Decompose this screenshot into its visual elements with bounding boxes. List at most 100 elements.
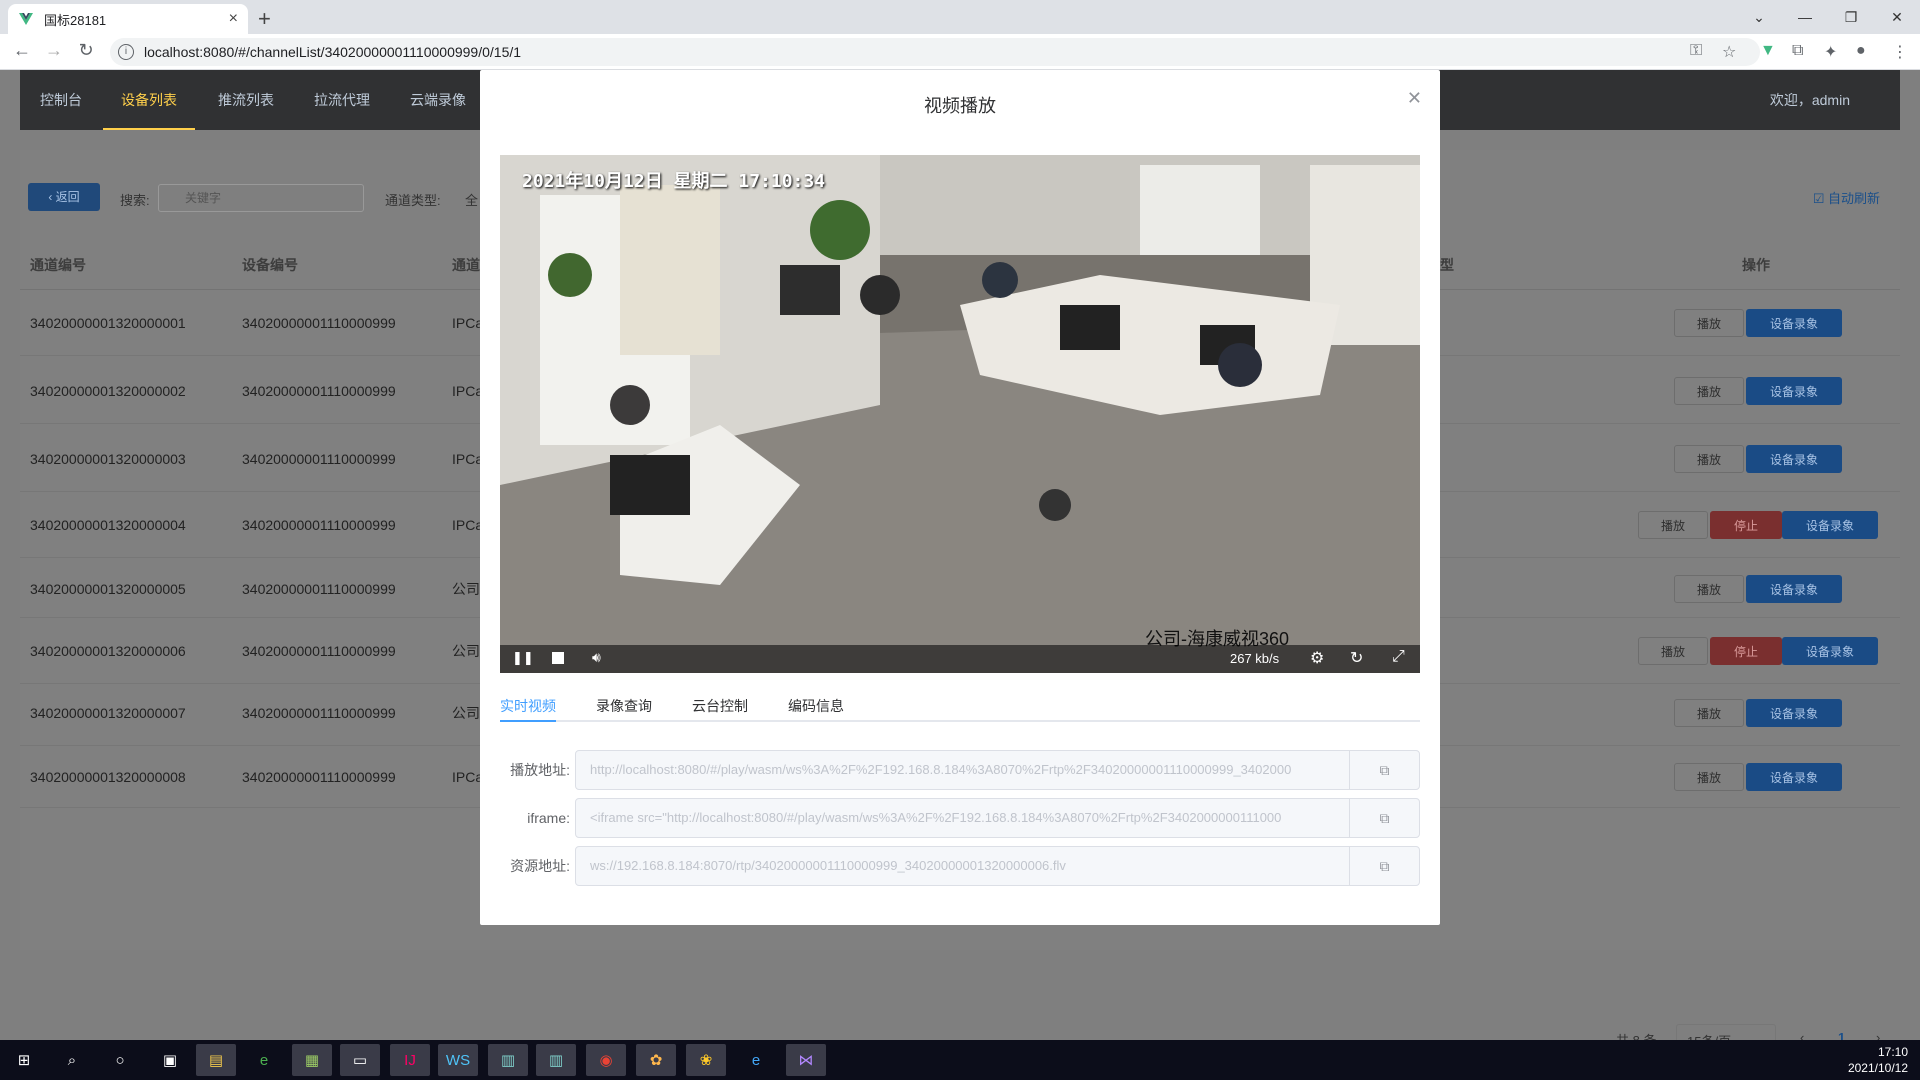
new-tab-icon[interactable]: +	[258, 6, 271, 32]
site-info-icon[interactable]: i	[118, 44, 134, 60]
notepad-icon[interactable]: ▦	[292, 1044, 332, 1076]
welcome-user[interactable]: 欢迎，admin	[1770, 70, 1850, 130]
profile-icon[interactable]: ●	[1856, 42, 1866, 60]
search-label: 搜索:	[120, 193, 150, 208]
volume-icon[interactable]: 🔊︎	[592, 649, 601, 666]
device-record-button[interactable]: 设备录象	[1782, 637, 1878, 665]
device-id-cell: 34020000001110000999	[242, 768, 396, 785]
channel-name-cell: 公司	[452, 642, 480, 659]
copy-play-address-icon[interactable]: ⧉	[1349, 750, 1420, 790]
copy-resource-address-icon[interactable]: ⧉	[1349, 846, 1420, 886]
window-app-icon-2[interactable]: ▥	[536, 1044, 576, 1076]
search-icon[interactable]: ⌕	[52, 1044, 92, 1076]
device-record-button[interactable]: 设备录象	[1782, 511, 1878, 539]
app-icon-2[interactable]: ✿	[636, 1044, 676, 1076]
window-app-icon-1[interactable]: ▥	[488, 1044, 528, 1076]
puzzle-icon[interactable]: ✦	[1824, 42, 1837, 62]
app-icon-3[interactable]: ❀	[686, 1044, 726, 1076]
minimize-icon[interactable]: —	[1782, 0, 1828, 34]
star-icon[interactable]: ☆	[1722, 42, 1736, 62]
back-button[interactable]: ‹ 返回	[28, 183, 100, 211]
play-button[interactable]: 播放	[1674, 309, 1744, 337]
device-record-button[interactable]: 设备录象	[1746, 445, 1842, 473]
play-button-label: 播放	[1696, 582, 1721, 597]
visual-studio-icon[interactable]: ⋈	[786, 1044, 826, 1076]
tab-live-video[interactable]: 实时视频	[500, 692, 556, 722]
channel-name-cell: IPCa	[452, 450, 484, 467]
play-button[interactable]: 播放	[1674, 699, 1744, 727]
video-player[interactable]: 2021年10月12日 星期二 17:10:34 公司-海康威视360 ❚❚ 🔊…	[500, 155, 1420, 673]
forward-arrow-icon[interactable]: →	[42, 40, 66, 61]
refresh-icon[interactable]: ↻	[1350, 648, 1363, 668]
browser-e-icon[interactable]: e	[244, 1044, 284, 1076]
key-icon[interactable]: ⚿	[1690, 42, 1702, 60]
browser-tab[interactable]: 国标28181 ×	[8, 4, 248, 34]
play-button-label: 播放	[1696, 706, 1721, 721]
address-bar[interactable]: i localhost:8080/#/channelList/340200000…	[110, 38, 1760, 66]
stop-button[interactable]: 停止	[1710, 637, 1782, 665]
stop-button-label: 停止	[1733, 644, 1758, 659]
menu-icon[interactable]: ⋮	[1892, 42, 1908, 62]
device-record-button-label: 设备录象	[1769, 706, 1818, 721]
app-icon-1[interactable]: ▣	[150, 1044, 190, 1076]
ie-icon[interactable]: e	[736, 1044, 776, 1076]
nav-cloud-record[interactable]: 云端录像	[410, 70, 466, 130]
restore-icon[interactable]: ❐	[1828, 0, 1874, 34]
copy-iframe-icon[interactable]: ⧉	[1349, 798, 1420, 838]
auto-refresh-checkbox[interactable]: ☑ 自动刷新	[1813, 188, 1880, 207]
play-button[interactable]: 播放	[1674, 763, 1744, 791]
play-address-row: 播放地址: http://localhost:8080/#/play/wasm/…	[500, 750, 1420, 790]
stop-button[interactable]: 停止	[1710, 511, 1782, 539]
device-record-button-label: 设备录象	[1805, 644, 1854, 659]
reload-icon[interactable]: ↻	[74, 40, 98, 61]
play-button[interactable]: 播放	[1638, 511, 1708, 539]
tab-ptz-control[interactable]: 云台控制	[692, 692, 748, 720]
play-button-label: 播放	[1660, 518, 1685, 533]
nav-device-list[interactable]: 设备列表	[103, 70, 195, 130]
device-id-cell: 34020000001110000999	[242, 450, 396, 467]
tab-codec-info[interactable]: 编码信息	[788, 692, 844, 720]
iframe-input[interactable]: <iframe src="http://localhost:8080/#/pla…	[575, 798, 1350, 838]
device-record-button[interactable]: 设备录象	[1746, 575, 1842, 603]
play-button[interactable]: 播放	[1674, 377, 1744, 405]
snapshot-icon[interactable]: ⚙	[1310, 648, 1324, 668]
system-clock[interactable]: 17:10 2021/10/12	[1848, 1044, 1908, 1076]
channel-type-select[interactable]: 全	[465, 190, 478, 209]
back-arrow-icon[interactable]: ←	[10, 40, 34, 61]
play-address-input[interactable]: http://localhost:8080/#/play/wasm/ws%3A%…	[575, 750, 1350, 790]
start-icon[interactable]: ⊞	[4, 1044, 44, 1076]
play-button[interactable]: 播放	[1674, 575, 1744, 603]
fullscreen-icon[interactable]: ⤢	[1392, 648, 1405, 666]
resource-address-input[interactable]: ws://192.168.8.184:8070/rtp/340200000011…	[575, 846, 1350, 886]
intellij-icon[interactable]: IJ	[390, 1044, 430, 1076]
channel-id-cell: 34020000001320000007	[30, 704, 186, 721]
search-input[interactable]: 关键字	[158, 184, 364, 212]
stop-icon[interactable]	[552, 652, 564, 664]
device-record-button-label: 设备录象	[1769, 384, 1818, 399]
nav-push-list[interactable]: 推流列表	[218, 70, 274, 130]
tab-record-query[interactable]: 录像查询	[596, 692, 652, 720]
device-record-button[interactable]: 设备录象	[1746, 763, 1842, 791]
pause-icon[interactable]: ❚❚	[512, 650, 534, 666]
nav-pull-proxy[interactable]: 拉流代理	[314, 70, 370, 130]
webstorm-icon[interactable]: WS	[438, 1044, 478, 1076]
file-explorer-icon[interactable]: ▤	[196, 1044, 236, 1076]
device-id-cell: 34020000001110000999	[242, 516, 396, 533]
cortana-icon[interactable]: ○	[100, 1044, 140, 1076]
vue-devtools-icon[interactable]: ▼	[1760, 42, 1776, 60]
extension-icon[interactable]: ⧉	[1792, 42, 1803, 60]
play-button[interactable]: 播放	[1674, 445, 1744, 473]
tab-close-icon[interactable]: ×	[229, 10, 238, 28]
device-record-button[interactable]: 设备录象	[1746, 309, 1842, 337]
video-frame	[500, 155, 1420, 673]
tab-search-icon[interactable]: ⌄	[1736, 0, 1782, 34]
device-record-button[interactable]: 设备录象	[1746, 377, 1842, 405]
play-button[interactable]: 播放	[1638, 637, 1708, 665]
device-record-button[interactable]: 设备录象	[1746, 699, 1842, 727]
terminal-icon[interactable]: ▭	[340, 1044, 380, 1076]
window-close-icon[interactable]: ✕	[1874, 0, 1920, 34]
chrome-icon[interactable]: ◉	[586, 1044, 626, 1076]
dialog-close-icon[interactable]: ✕	[1407, 88, 1422, 109]
nav-dashboard[interactable]: 控制台	[40, 70, 82, 130]
clock-date: 2021/10/12	[1847, 1061, 1908, 1075]
